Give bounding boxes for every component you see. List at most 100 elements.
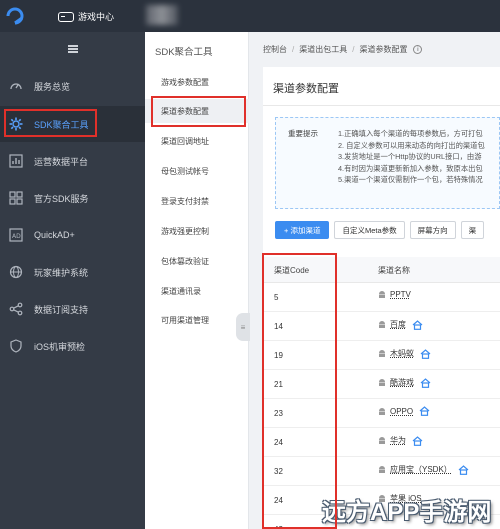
sidebar-item-ios-review[interactable]: iOS机审预检 — [0, 328, 145, 364]
submenu-item-label: 渠道通讯录 — [161, 286, 201, 296]
submenu-item-force-update[interactable]: 游戏强更控制 — [145, 219, 249, 243]
channel-name[interactable]: PPTV — [390, 290, 411, 299]
home-icon[interactable] — [420, 377, 431, 388]
sidebar-item-label: 服务总览 — [34, 81, 71, 92]
submenu-item-login-pay-ban[interactable]: 登录支付封禁 — [145, 189, 249, 213]
sidebar-item-label: 玩家维护系统 — [34, 267, 89, 278]
breadcrumb-item[interactable]: 渠道出包工具 — [299, 44, 347, 55]
channel-name-cell: PPTV — [378, 290, 411, 299]
game-center-link[interactable]: 游戏中心 — [58, 9, 114, 24]
channel-name-cell: OPPO — [378, 406, 430, 416]
page-title: 渠道参数配置 — [273, 83, 339, 95]
home-icon[interactable] — [458, 464, 469, 475]
submenu-item-game-params[interactable]: 游戏参数配置 — [145, 70, 249, 94]
submenu-item-label: 登录支付封禁 — [161, 196, 209, 206]
android-icon — [379, 407, 385, 415]
android-icon — [379, 350, 385, 357]
notice-text: 1.正确填入每个渠道的每项参数后，方可打包 2. 自定义参数可以用来动态的向打出… — [338, 128, 485, 186]
android-icon — [379, 379, 385, 386]
notice-line: 2. 自定义参数可以用来动态的向打出的渠道包 — [338, 140, 485, 150]
bar-chart-icon — [9, 154, 23, 168]
grid-icon — [9, 191, 23, 205]
app-root: 游戏中心 服务总览 SDK聚合工具 运营数据平台 官方SDK服务 AD Quic… — [0, 0, 500, 529]
notice-line: 3.发货地址是一个Http协议的URL接口，由游 — [338, 152, 482, 161]
notice-line: 1.正确填入每个渠道的每项参数后，方可打包 — [338, 129, 483, 138]
submenu-item-label: 游戏强更控制 — [161, 226, 209, 236]
more-button[interactable]: 渠 — [460, 221, 485, 239]
collapse-icon: ≡ — [240, 322, 246, 332]
sidebar-item-data-subscription[interactable]: 数据订阅支持 — [0, 291, 145, 327]
watermark: 远方APP手游网 — [322, 499, 492, 526]
submenu-item-test-account[interactable]: 母包测试帐号 — [145, 159, 249, 183]
submenu-item-label: 包体篡改验证 — [161, 256, 209, 266]
sidebar-item-overview[interactable]: 服务总览 — [0, 68, 145, 104]
hamburger-icon — [67, 48, 78, 50]
highlight-box-sdk-tools — [4, 109, 97, 137]
dashboard-icon — [10, 83, 22, 90]
android-icon — [379, 321, 385, 328]
channel-name-cell: 华为 — [378, 435, 423, 446]
notice-line: 4.有时因为渠道更新新加入参数，致原本出包 — [338, 163, 483, 173]
info-icon[interactable]: i — [413, 45, 423, 54]
channel-name-cell: 木蚂蚁 — [378, 348, 431, 359]
sidebar-item-player-maintenance[interactable]: 玩家维护系统 — [0, 254, 145, 290]
column-header-name[interactable]: 渠道名称 — [378, 265, 410, 276]
channel-name[interactable]: 木蚂蚁 — [390, 348, 414, 359]
home-icon[interactable] — [412, 435, 423, 446]
notice-line: 5.渠道一个渠道仅需制作一个包，若特殊情况 — [338, 175, 483, 184]
sidebar-item-label: QuickAD+ — [34, 230, 75, 240]
submenu-item-label: 母包测试帐号 — [161, 166, 209, 176]
svg-text:AD: AD — [12, 233, 21, 240]
channel-name[interactable]: 华为 — [390, 435, 406, 446]
notice-label: 重要提示 — [288, 129, 318, 138]
add-channel-button[interactable]: + 添加渠道 — [275, 221, 330, 239]
globe-icon — [9, 265, 23, 279]
channel-name-cell: 百度 — [378, 319, 423, 330]
sidebar-item-operations-data[interactable]: 运营数据平台 — [0, 143, 145, 179]
submenu-item-tamper-check[interactable]: 包体篡改验证 — [145, 249, 249, 273]
divider — [263, 105, 500, 106]
top-bar: 游戏中心 — [0, 0, 500, 32]
submenu-item-channel-management[interactable]: 可用渠道管理 — [145, 308, 249, 332]
sidebar-item-quickad[interactable]: AD QuickAD+ — [0, 217, 145, 253]
logo-icon[interactable] — [4, 6, 26, 26]
submenu-item-label: 可用渠道管理 — [161, 315, 209, 325]
submenu-item-label: 游戏参数配置 — [161, 77, 209, 87]
channel-name[interactable]: OPPO — [390, 407, 413, 416]
channel-name[interactable]: 应用宝（YSDK） — [390, 464, 452, 475]
home-icon[interactable] — [420, 348, 431, 359]
android-icon — [379, 291, 385, 298]
breadcrumb-item: 渠道参数配置 — [359, 45, 408, 54]
shield-icon — [10, 339, 22, 353]
channel-name[interactable]: 酷游戏 — [390, 377, 414, 388]
android-icon — [379, 437, 385, 444]
share-icon — [9, 302, 23, 316]
submenu-item-contacts[interactable]: 渠道通讯录 — [145, 279, 249, 303]
sidebar-item-label: 官方SDK服务 — [34, 193, 89, 204]
menu-toggle[interactable] — [0, 32, 145, 66]
highlight-box-code-column — [262, 253, 337, 529]
sidebar-item-official-sdk[interactable]: 官方SDK服务 — [0, 180, 145, 216]
home-icon[interactable] — [419, 406, 430, 416]
submenu-item-callback-url[interactable]: 渠道回调地址 — [145, 129, 249, 153]
breadcrumb: 控制台 / 渠道出包工具 / 渠道参数配置 i — [263, 44, 423, 55]
submenu-title: SDK聚合工具 — [155, 47, 213, 58]
custom-meta-button[interactable]: 自定义Meta参数 — [334, 221, 405, 239]
home-icon[interactable] — [412, 319, 423, 330]
sidebar-item-label: 运营数据平台 — [34, 156, 89, 167]
channel-name-cell: 应用宝（YSDK） — [378, 464, 469, 475]
breadcrumb-item[interactable]: 控制台 — [263, 44, 287, 55]
gamepad-icon — [58, 11, 74, 22]
ad-icon: AD — [9, 228, 23, 242]
channel-name[interactable]: 百度 — [390, 319, 406, 330]
sidebar-item-label: 数据订阅支持 — [34, 304, 89, 315]
game-center-label: 游戏中心 — [78, 12, 115, 22]
collapse-handle[interactable]: ≡ — [236, 313, 250, 341]
toolbar: + 添加渠道 自定义Meta参数 屏幕方向 渠 — [275, 221, 485, 239]
orientation-button[interactable]: 屏幕方向 — [409, 221, 456, 239]
channel-name-cell: 酷游戏 — [378, 377, 431, 388]
main-sidebar: 服务总览 SDK聚合工具 运营数据平台 官方SDK服务 AD QuickAD+ … — [0, 32, 145, 529]
android-icon — [379, 466, 385, 473]
important-notice: 重要提示 1.正确填入每个渠道的每项参数后，方可打包 2. 自定义参数可以用来动… — [275, 117, 500, 209]
highlight-box-channel-params — [151, 96, 246, 127]
